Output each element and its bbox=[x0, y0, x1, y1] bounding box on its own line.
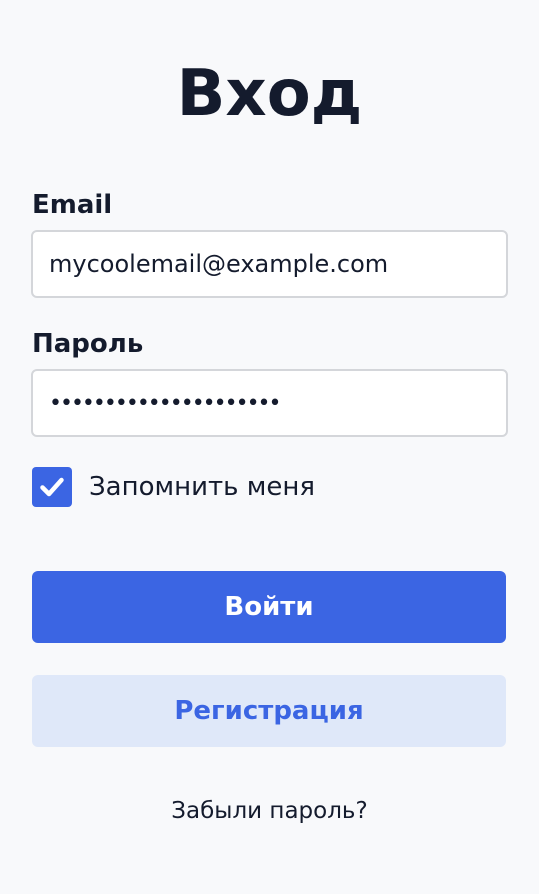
register-button[interactable]: Регистрация bbox=[32, 675, 506, 747]
login-page: Вход Email Пароль Запомнить меня Войти Р… bbox=[0, 0, 539, 894]
remember-me-row[interactable]: Запомнить меня bbox=[32, 466, 315, 507]
page-title: Вход bbox=[176, 57, 363, 131]
email-label: Email bbox=[32, 190, 113, 220]
password-label: Пароль bbox=[32, 329, 144, 359]
forgot-password-link[interactable]: Забыли пароль? bbox=[0, 798, 539, 824]
email-field[interactable] bbox=[31, 230, 508, 298]
remember-me-checkbox[interactable] bbox=[32, 466, 72, 507]
password-field[interactable] bbox=[31, 369, 508, 437]
check-icon bbox=[40, 477, 64, 496]
remember-me-label: Запомнить меня bbox=[89, 471, 316, 502]
login-button[interactable]: Войти bbox=[32, 571, 506, 643]
